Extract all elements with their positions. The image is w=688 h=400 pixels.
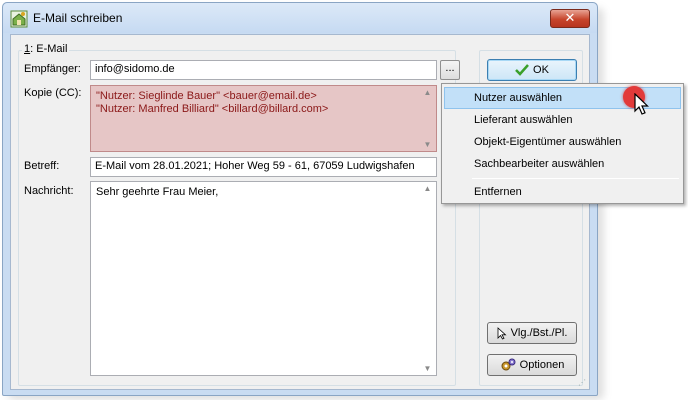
ok-label: OK xyxy=(533,64,549,76)
close-button[interactable]: ✕ xyxy=(550,9,590,28)
vlg-bst-pl-button[interactable]: Vlg./Bst./Pl. xyxy=(487,322,577,344)
window-title: E-Mail schreiben xyxy=(33,11,123,25)
menu-item-label: Objekt-Eigentümer auswählen xyxy=(474,136,622,148)
browse-label: ... xyxy=(445,62,455,74)
recipient-browse-button[interactable]: ... xyxy=(440,60,460,80)
cc-field[interactable]: "Nutzer: Sieglinde Bauer" <bauer@email.d… xyxy=(90,85,437,152)
menu-item-label: Lieferant auswählen xyxy=(474,114,573,126)
email-group-label: 1: E-Mail xyxy=(22,43,70,55)
scroll-down-arrow-icon[interactable]: ▼ xyxy=(420,140,435,149)
options-label: Optionen xyxy=(519,359,565,371)
message-scrollbar[interactable]: ▲ ▼ xyxy=(420,182,435,375)
recipient-field[interactable]: info@sidomo.de xyxy=(90,60,437,80)
scroll-up-arrow-icon[interactable]: ▲ xyxy=(420,88,435,97)
scroll-down-arrow-icon[interactable]: ▼ xyxy=(420,364,435,373)
gears-icon xyxy=(501,358,516,371)
pointer-icon xyxy=(497,326,507,340)
mouse-pointer-icon xyxy=(634,93,649,115)
options-button[interactable]: Optionen xyxy=(487,354,577,376)
menu-item-select-clerk[interactable]: Sachbearbeiter auswählen xyxy=(444,153,681,175)
menu-item-label: Entfernen xyxy=(474,186,522,198)
cc-scrollbar[interactable]: ▲ ▼ xyxy=(420,86,435,151)
house-key-icon xyxy=(10,10,28,28)
checkmark-icon xyxy=(515,64,529,76)
cc-recipient-2: "Nutzer: Manfred Billiard" <billard@bill… xyxy=(96,103,329,115)
cc-label: Kopie (CC): xyxy=(24,87,82,99)
menu-item-label: Sachbearbeiter auswählen xyxy=(474,158,605,170)
message-value: Sehr geehrte Frau Meier, xyxy=(96,186,219,198)
menu-item-remove[interactable]: Entfernen xyxy=(444,181,681,203)
cc-recipient-1: "Nutzer: Sieglinde Bauer" <bauer@email.d… xyxy=(96,90,317,102)
subject-value: E-Mail vom 28.01.2021; Hoher Weg 59 - 61… xyxy=(95,160,415,172)
recipient-value: info@sidomo.de xyxy=(95,63,175,75)
subject-field[interactable]: E-Mail vom 28.01.2021; Hoher Weg 59 - 61… xyxy=(90,157,437,177)
vlg-bst-pl-label: Vlg./Bst./Pl. xyxy=(510,327,568,339)
close-icon: ✕ xyxy=(564,10,576,25)
message-label: Nachricht: xyxy=(24,185,74,197)
menu-separator xyxy=(472,178,679,179)
message-field[interactable]: Sehr geehrte Frau Meier, ▲ ▼ xyxy=(90,181,437,376)
resize-grip-icon[interactable]: ⋰ xyxy=(578,378,588,388)
menu-item-label: Nutzer auswählen xyxy=(474,92,563,104)
group-label-text: : E-Mail xyxy=(30,43,68,55)
scroll-up-arrow-icon[interactable]: ▲ xyxy=(420,184,435,193)
menu-item-select-owner[interactable]: Objekt-Eigentümer auswählen xyxy=(444,131,681,153)
ok-button[interactable]: OK xyxy=(487,59,577,81)
title-bar[interactable]: E-Mail schreiben ✕ xyxy=(3,3,597,33)
subject-label: Betreff: xyxy=(24,160,60,172)
recipient-label: Empfänger: xyxy=(24,63,81,75)
